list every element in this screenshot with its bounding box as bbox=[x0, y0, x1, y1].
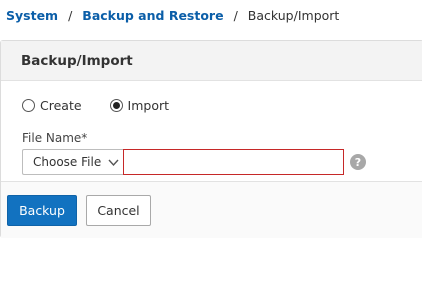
backup-import-panel: Backup/Import Create Import File Name* C… bbox=[0, 40, 422, 238]
panel-title: Backup/Import bbox=[1, 41, 422, 81]
breadcrumb-system-link[interactable]: System bbox=[6, 8, 58, 23]
radio-option-create[interactable]: Create bbox=[22, 98, 82, 113]
file-name-input[interactable] bbox=[123, 149, 344, 175]
breadcrumb-separator: / bbox=[68, 8, 73, 23]
breadcrumb-current: Backup/Import bbox=[247, 8, 340, 23]
mode-radio-group: Create Import bbox=[22, 98, 197, 113]
choose-file-button[interactable]: Choose File bbox=[22, 149, 123, 175]
breadcrumb-separator: / bbox=[233, 8, 238, 23]
radio-option-import[interactable]: Import bbox=[109, 98, 170, 113]
file-name-label: File Name* bbox=[22, 131, 88, 145]
create-radio[interactable] bbox=[22, 99, 35, 112]
breadcrumb: System / Backup and Restore / Backup/Import bbox=[6, 8, 339, 24]
panel-footer: Backup Cancel bbox=[1, 181, 422, 238]
backup-button[interactable]: Backup bbox=[7, 195, 77, 226]
choose-file-label: Choose File bbox=[33, 155, 102, 169]
import-radio[interactable] bbox=[109, 99, 123, 112]
breadcrumb-backup-restore-link[interactable]: Backup and Restore bbox=[82, 8, 223, 23]
chevron-down-icon bbox=[108, 158, 119, 167]
file-picker: Choose File bbox=[22, 149, 344, 175]
create-radio-label: Create bbox=[40, 98, 82, 113]
help-icon[interactable]: ? bbox=[350, 154, 366, 170]
import-radio-label: Import bbox=[127, 98, 170, 113]
cancel-button[interactable]: Cancel bbox=[86, 195, 151, 226]
